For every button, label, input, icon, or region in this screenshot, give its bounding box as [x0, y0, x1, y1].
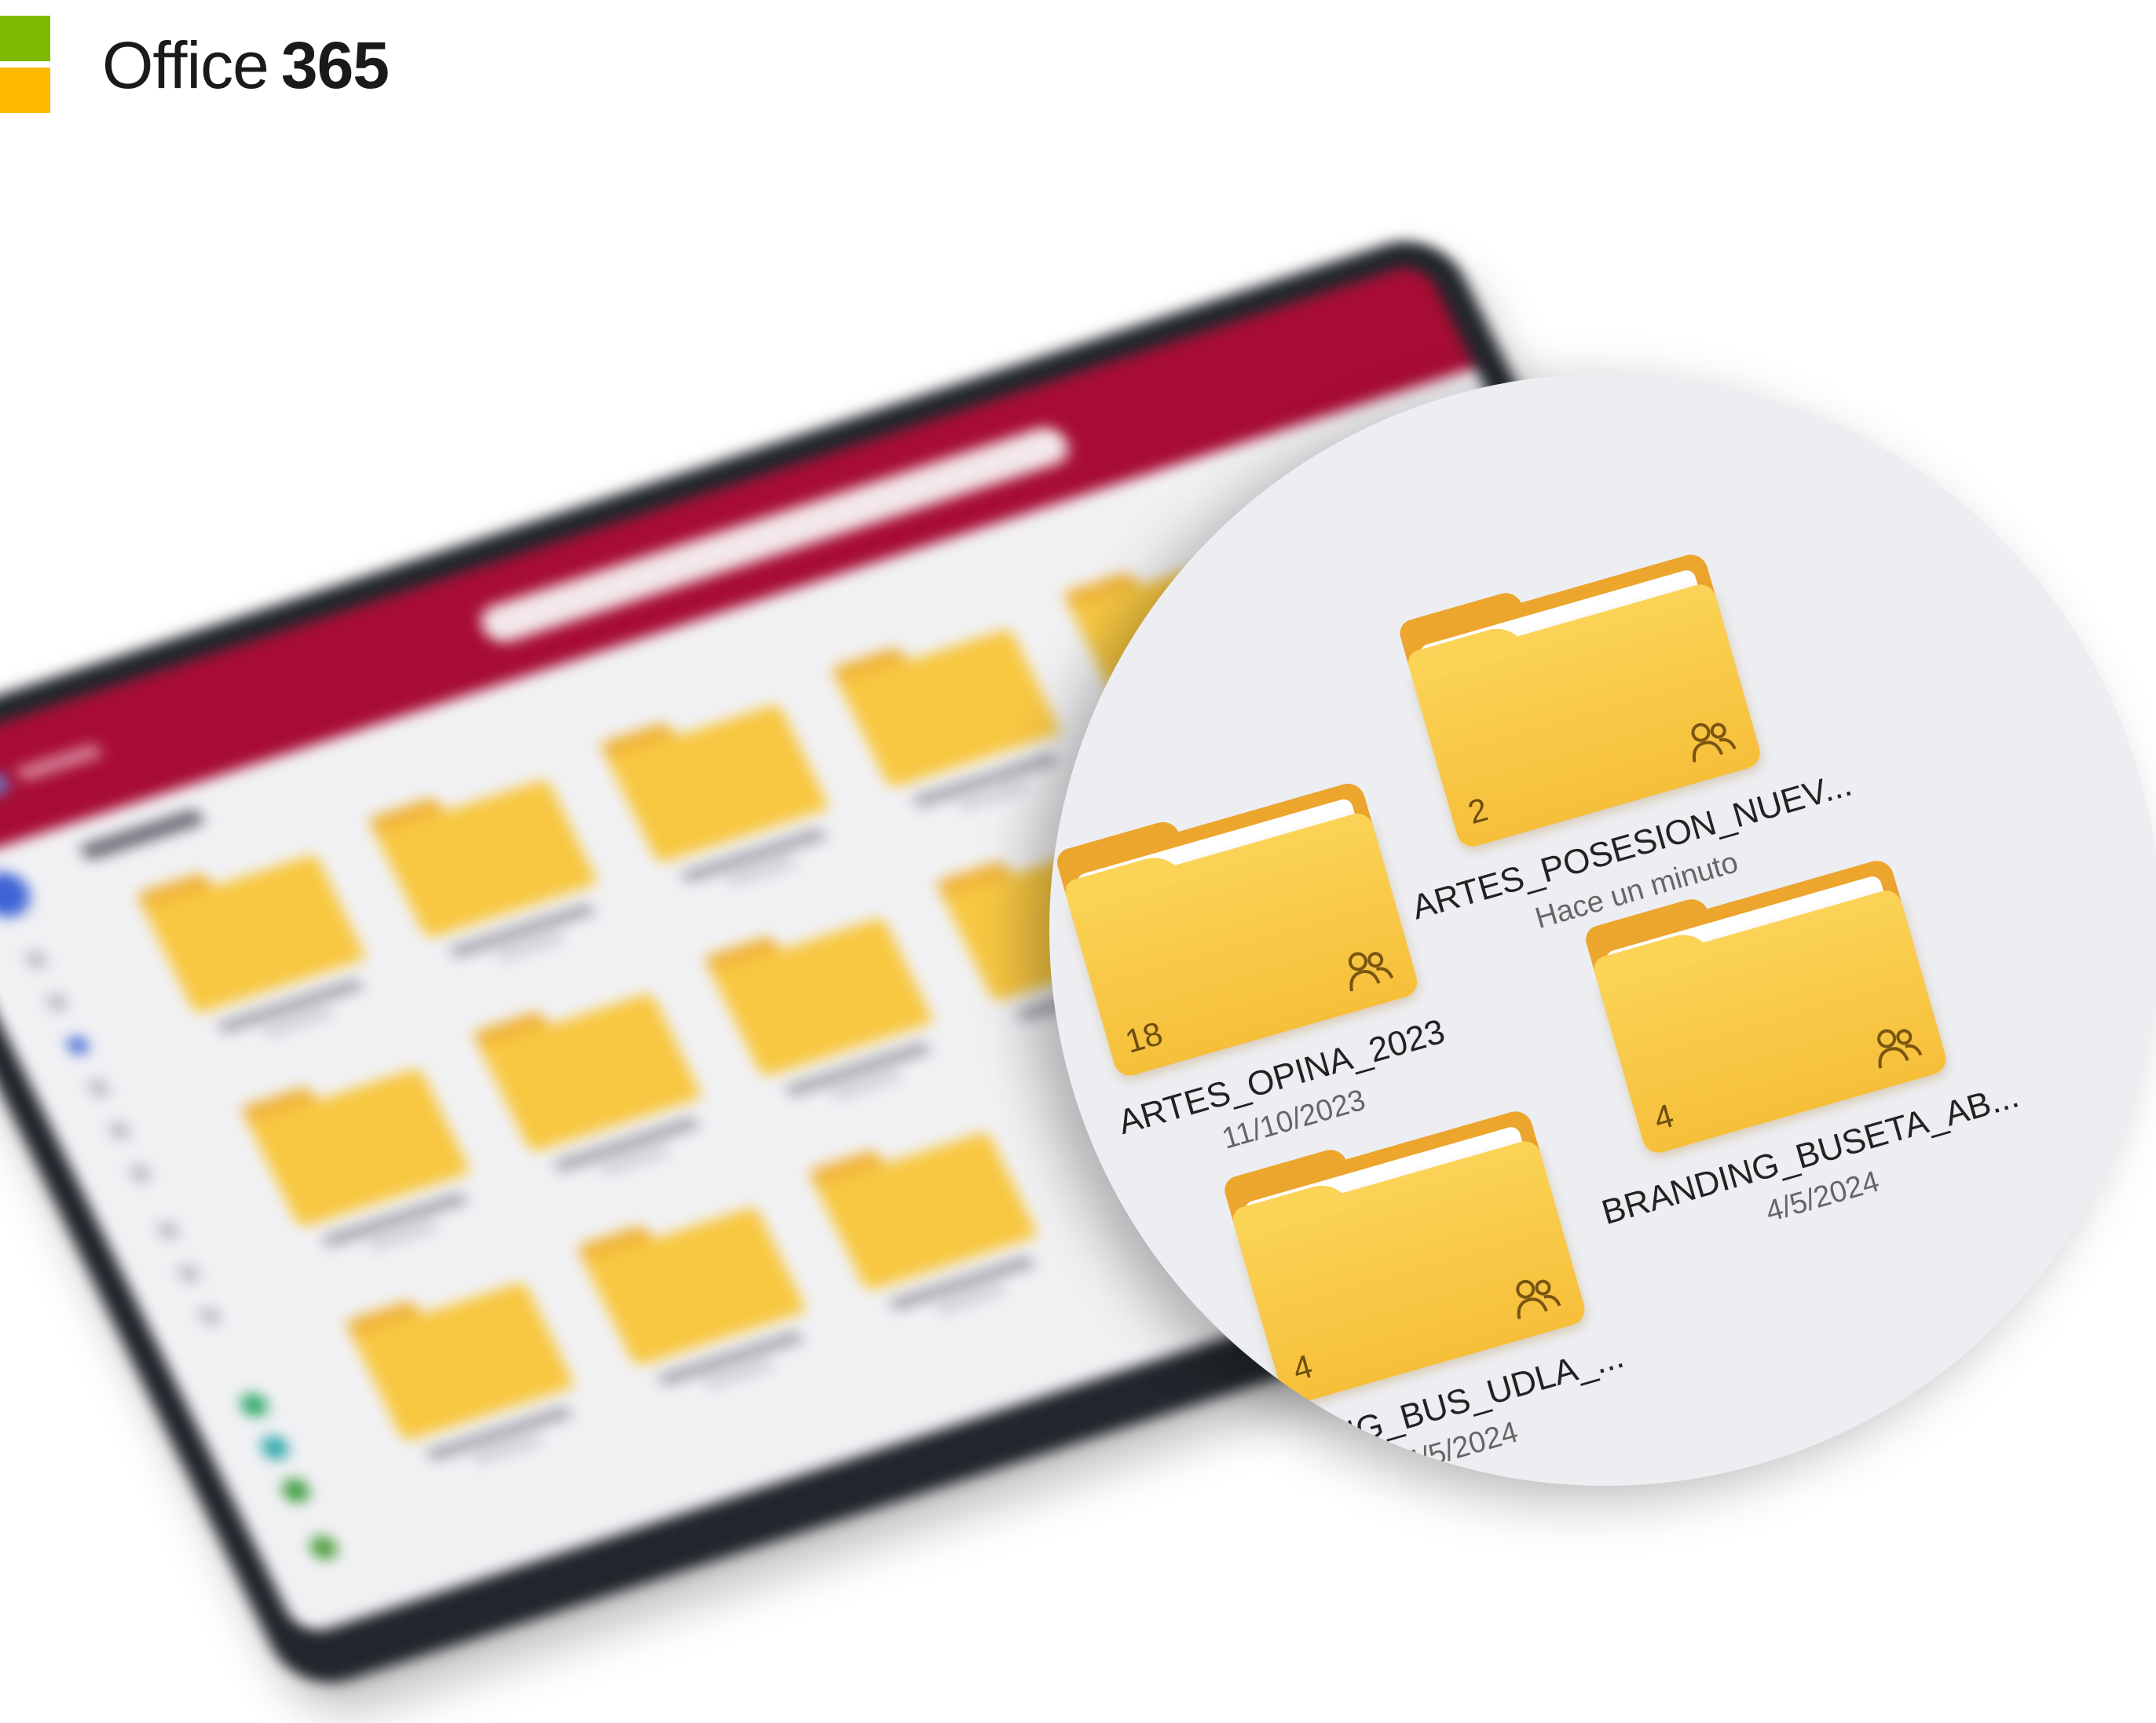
folder-tile[interactable]: [598, 687, 830, 887]
folder-item[interactable]: 2 ARTES_POSESION_NUEV... Hace un minuto: [1396, 537, 1856, 935]
nav-my-files-icon[interactable]: [65, 1034, 90, 1056]
folder-tile[interactable]: [368, 763, 599, 962]
folder-tile[interactable]: [240, 1052, 472, 1251]
brand-header: Office 365: [0, 14, 390, 116]
nav-favorites-icon[interactable]: [107, 1120, 132, 1142]
nav-recent-icon[interactable]: [45, 992, 69, 1013]
shared-people-icon: [1516, 1279, 1561, 1319]
folder-tile[interactable]: [471, 976, 703, 1176]
microsoft-logo-icon: [0, 16, 53, 115]
folder-item[interactable]: 18 ARTES_OPINA_2023 11/10/2023: [1053, 766, 1449, 1156]
app-icon: [0, 770, 11, 798]
laptop-base: [126, 1476, 1697, 1547]
folder-tile[interactable]: [830, 612, 1062, 811]
shared-people-icon: [1348, 952, 1394, 992]
magnifier-circle: 18 ARTES_OPINA_2023 11/10/2023 2 ARTES_P…: [1049, 374, 2156, 1486]
shared-people-icon: [1877, 1029, 1923, 1069]
nav-home-icon[interactable]: [24, 949, 49, 971]
nav-people-icon[interactable]: [197, 1305, 222, 1327]
nav-photos-icon[interactable]: [156, 1220, 181, 1242]
nav-albums-icon[interactable]: [177, 1263, 202, 1284]
breadcrumb: [78, 807, 206, 862]
app-teams-icon[interactable]: [257, 1432, 293, 1464]
folder-tile[interactable]: [807, 1115, 1039, 1315]
brand-product: Office: [102, 27, 269, 102]
item-count: 4: [1649, 1096, 1678, 1138]
avatar[interactable]: [0, 865, 38, 924]
nav-shared-icon[interactable]: [86, 1077, 111, 1099]
folder-tile[interactable]: [703, 901, 935, 1100]
nav-recycle-icon[interactable]: [128, 1163, 153, 1184]
folder-tile[interactable]: [136, 838, 368, 1037]
brand-version: 365: [280, 27, 390, 102]
brand-wordmark: Office 365: [102, 27, 390, 104]
app-excel-icon[interactable]: [236, 1389, 272, 1421]
logo-square-green: [0, 16, 50, 61]
window-title: [15, 742, 104, 782]
item-count: 2: [1463, 790, 1492, 832]
item-count: 4: [1288, 1347, 1317, 1388]
folder-tile[interactable]: [576, 1190, 807, 1390]
item-count: 18: [1121, 1014, 1167, 1060]
folder-tile[interactable]: [344, 1265, 576, 1465]
shared-people-icon: [1691, 722, 1737, 763]
logo-square-yellow: [0, 68, 50, 113]
magnified-folder-grid: 18 ARTES_OPINA_2023 11/10/2023 2 ARTES_P…: [1049, 374, 2156, 1486]
